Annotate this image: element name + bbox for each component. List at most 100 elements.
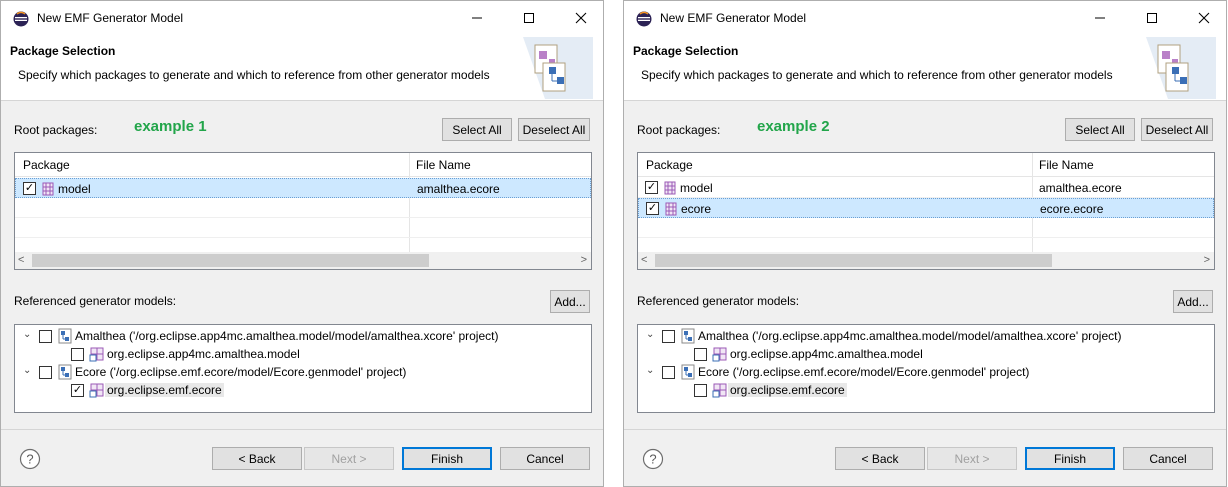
- genmodel-icon: [681, 364, 695, 380]
- expand-chevron-icon[interactable]: ⌄: [646, 365, 654, 376]
- next-button[interactable]: Next >: [304, 447, 394, 470]
- tree-package-node[interactable]: org.eclipse.app4mc.amalthea.model: [638, 345, 1214, 363]
- root-packages-table[interactable]: Package File Name ✓ model amalthea.ecore <…: [14, 152, 592, 270]
- scroll-left-icon[interactable]: <: [641, 254, 647, 266]
- finish-button[interactable]: Finish: [1025, 447, 1115, 470]
- tree-project-node[interactable]: ⌄ Ecore ('/org.eclipse.emf.ecore/model/Ec…: [15, 363, 591, 381]
- tree-node-label: Amalthea ('/org.eclipse.app4mc.amalthea.…: [698, 329, 1122, 343]
- package-icon: [42, 182, 54, 196]
- tree-node-label: Amalthea ('/org.eclipse.app4mc.amalthea.…: [75, 329, 499, 343]
- select-all-button[interactable]: Select All: [442, 118, 512, 141]
- scroll-right-icon[interactable]: >: [581, 254, 587, 266]
- tree-package-node[interactable]: ✓ org.eclipse.emf.ecore: [15, 381, 591, 399]
- referenced-models-tree[interactable]: ⌄ Amalthea ('/org.eclipse.app4mc.amalthea…: [14, 324, 592, 413]
- package-checkbox[interactable]: ✓: [645, 181, 658, 194]
- deselect-all-button[interactable]: Deselect All: [518, 118, 590, 141]
- package-row[interactable]: ✓ model amalthea.ecore: [15, 178, 591, 198]
- eclipse-icon: [13, 11, 29, 27]
- table-header: Package File Name: [638, 153, 1214, 177]
- page-description: Specify which packages to generate and w…: [18, 68, 490, 82]
- genmodel-icon: [58, 364, 72, 380]
- scroll-right-icon[interactable]: >: [1204, 254, 1210, 266]
- eclipse-icon: [636, 11, 652, 27]
- tree-node-label: Ecore ('/org.eclipse.emf.ecore/model/Eco…: [75, 365, 407, 379]
- back-button[interactable]: < Back: [212, 447, 302, 470]
- tree-project-node[interactable]: ⌄ Amalthea ('/org.eclipse.app4mc.amalthea…: [15, 327, 591, 345]
- tree-checkbox[interactable]: [694, 384, 707, 397]
- page-description: Specify which packages to generate and w…: [641, 68, 1113, 82]
- tree-checkbox[interactable]: [662, 366, 675, 379]
- minimize-icon[interactable]: [465, 8, 489, 28]
- add-button[interactable]: Add...: [550, 290, 590, 313]
- tree-project-node[interactable]: ⌄ Amalthea ('/org.eclipse.app4mc.amalthea…: [638, 327, 1214, 345]
- tree-checkbox[interactable]: [39, 366, 52, 379]
- example-annotation: example 2: [757, 118, 830, 135]
- column-header-package[interactable]: Package: [646, 158, 693, 172]
- window-title: New EMF Generator Model: [660, 11, 807, 25]
- referenced-models-tree[interactable]: ⌄ Amalthea ('/org.eclipse.app4mc.amalthea…: [637, 324, 1215, 413]
- scroll-thumb[interactable]: [655, 254, 1052, 267]
- help-icon[interactable]: ?: [19, 448, 41, 470]
- package-row[interactable]: ✓ model amalthea.ecore: [638, 178, 1214, 198]
- tree-checkbox[interactable]: ✓: [71, 384, 84, 397]
- new-emf-generator-model-dialog-example-2: New EMF Generator Model Package Selectio…: [623, 0, 1227, 487]
- help-icon[interactable]: ?: [642, 448, 664, 470]
- minimize-icon[interactable]: [1088, 8, 1112, 28]
- column-header-package[interactable]: Package: [23, 158, 70, 172]
- deselect-all-button[interactable]: Deselect All: [1141, 118, 1213, 141]
- horizontal-scrollbar[interactable]: < >: [638, 252, 1214, 269]
- tree-node-label: Ecore ('/org.eclipse.emf.ecore/model/Eco…: [698, 365, 1030, 379]
- horizontal-scrollbar[interactable]: < >: [15, 252, 591, 269]
- package-icon: [664, 181, 676, 195]
- close-icon[interactable]: [569, 8, 593, 28]
- table-header: Package File Name: [15, 153, 591, 177]
- window-title: New EMF Generator Model: [37, 11, 184, 25]
- scroll-left-icon[interactable]: <: [18, 254, 24, 266]
- cancel-button[interactable]: Cancel: [1123, 447, 1213, 470]
- tree-package-node[interactable]: org.eclipse.app4mc.amalthea.model: [15, 345, 591, 363]
- tree-node-label: org.eclipse.app4mc.amalthea.model: [730, 347, 923, 361]
- select-all-button[interactable]: Select All: [1065, 118, 1135, 141]
- page-title: Package Selection: [10, 44, 116, 58]
- package-icon: [665, 202, 677, 216]
- expand-chevron-icon[interactable]: ⌄: [23, 329, 31, 340]
- cancel-button[interactable]: Cancel: [500, 447, 590, 470]
- empty-row: [15, 218, 591, 238]
- title-bar: New EMF Generator Model: [624, 1, 1226, 35]
- finish-button[interactable]: Finish: [402, 447, 492, 470]
- genmodel-icon: [58, 328, 72, 344]
- package-wizard-icon: [523, 37, 593, 99]
- back-button[interactable]: < Back: [835, 447, 925, 470]
- expand-chevron-icon[interactable]: ⌄: [646, 329, 654, 340]
- new-emf-generator-model-dialog-example-1: New EMF Generator Model Package Selectio…: [0, 0, 604, 487]
- add-button[interactable]: Add...: [1173, 290, 1213, 313]
- maximize-icon[interactable]: [1140, 8, 1164, 28]
- maximize-icon[interactable]: [517, 8, 541, 28]
- close-icon[interactable]: [1192, 8, 1216, 28]
- tree-checkbox[interactable]: [662, 330, 675, 343]
- column-header-file-name[interactable]: File Name: [416, 158, 471, 172]
- package-file-name: amalthea.ecore: [1039, 181, 1122, 195]
- expand-chevron-icon[interactable]: ⌄: [23, 365, 31, 376]
- empty-row: [638, 218, 1214, 238]
- package-file-name: ecore.ecore: [1040, 202, 1104, 216]
- package-file-name: amalthea.ecore: [417, 182, 500, 196]
- next-button[interactable]: Next >: [927, 447, 1017, 470]
- package-checkbox[interactable]: ✓: [646, 202, 659, 215]
- genmodel-icon: [681, 328, 695, 344]
- example-annotation: example 1: [134, 118, 207, 135]
- root-packages-table[interactable]: Package File Name ✓ model amalthea.ecore ✓ e…: [637, 152, 1215, 270]
- tree-project-node[interactable]: ⌄ Ecore ('/org.eclipse.emf.ecore/model/Ec…: [638, 363, 1214, 381]
- scroll-thumb[interactable]: [32, 254, 429, 267]
- package-row[interactable]: ✓ ecore ecore.ecore: [638, 198, 1214, 218]
- column-header-file-name[interactable]: File Name: [1039, 158, 1094, 172]
- tree-node-label: org.eclipse.emf.ecore: [728, 383, 847, 397]
- tree-node-label: org.eclipse.app4mc.amalthea.model: [107, 347, 300, 361]
- tree-package-node[interactable]: org.eclipse.emf.ecore: [638, 381, 1214, 399]
- tree-checkbox[interactable]: [694, 348, 707, 361]
- title-bar: New EMF Generator Model: [1, 1, 603, 35]
- tree-checkbox[interactable]: [39, 330, 52, 343]
- referenced-models-label: Referenced generator models:: [14, 294, 177, 308]
- package-checkbox[interactable]: ✓: [23, 182, 36, 195]
- tree-checkbox[interactable]: [71, 348, 84, 361]
